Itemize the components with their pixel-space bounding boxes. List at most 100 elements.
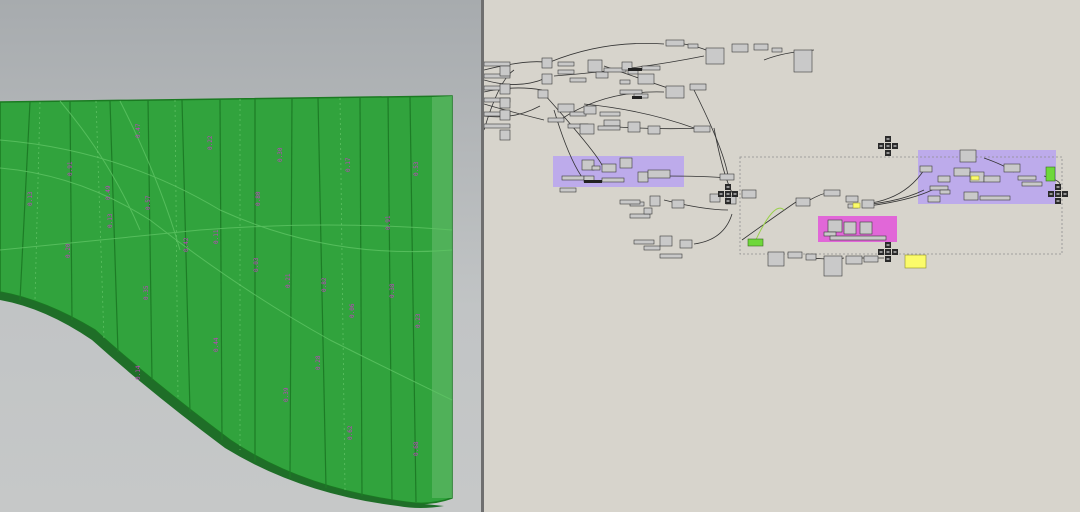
gh-component[interactable] — [665, 39, 685, 47]
gh-component[interactable] — [499, 65, 511, 77]
gh-component[interactable] — [979, 195, 1011, 201]
gh-component[interactable] — [637, 171, 649, 183]
gh-component[interactable] — [619, 199, 641, 205]
gh-component[interactable] — [499, 83, 511, 95]
grasshopper-canvas[interactable] — [484, 0, 1080, 512]
gh-component[interactable] — [843, 221, 857, 235]
text-dot-label: 0.49 — [105, 185, 112, 200]
gh-component[interactable] — [671, 199, 685, 209]
gh-component[interactable] — [619, 89, 643, 95]
gh-component[interactable] — [845, 195, 859, 203]
gh-component[interactable] — [619, 79, 631, 85]
gh-component[interactable] — [629, 213, 651, 219]
gh-component[interactable] — [557, 103, 575, 113]
gh-component[interactable] — [1021, 181, 1043, 187]
gh-component[interactable] — [637, 73, 655, 85]
gh-component[interactable] — [927, 195, 941, 203]
rhino-viewport[interactable]: 0.47 0.22 0.91 0.13 0.13 0.57 0.30 0.17 0.53 0.20… — [0, 0, 481, 512]
gh-component[interactable] — [829, 235, 887, 241]
panel-yellow-small[interactable] — [970, 175, 980, 181]
gh-component[interactable] — [557, 69, 575, 75]
gh-component[interactable] — [643, 245, 661, 251]
gh-component[interactable] — [595, 71, 609, 79]
gh-component[interactable] — [601, 163, 617, 173]
gh-component[interactable] — [641, 65, 661, 71]
gh-component[interactable] — [771, 47, 783, 53]
gh-component[interactable] — [953, 167, 971, 177]
gh-component[interactable] — [597, 125, 621, 131]
gh-component[interactable] — [541, 57, 553, 69]
gh-component[interactable] — [603, 119, 621, 127]
gh-component[interactable] — [959, 149, 977, 163]
gh-component[interactable] — [705, 47, 725, 65]
boolean-toggle[interactable] — [1045, 166, 1056, 182]
gh-component[interactable] — [929, 185, 949, 191]
param-chip — [632, 96, 642, 99]
gh-component[interactable] — [643, 207, 653, 215]
gh-component[interactable] — [619, 157, 633, 169]
gh-component[interactable] — [1017, 175, 1037, 181]
gh-component[interactable] — [679, 239, 693, 249]
gh-component[interactable] — [919, 165, 933, 173]
gh-component[interactable] — [823, 255, 843, 277]
text-dot-label: 0.44 — [213, 337, 220, 352]
gh-component[interactable] — [583, 105, 597, 115]
zoom-cluster-icon[interactable] — [878, 242, 898, 262]
gh-component[interactable] — [731, 43, 749, 53]
text-dot-label: 0.82 — [321, 277, 328, 292]
gh-component[interactable] — [499, 97, 511, 109]
gh-component[interactable] — [647, 125, 661, 135]
gh-component[interactable] — [805, 253, 817, 261]
panel-yellow[interactable] — [904, 254, 927, 269]
gh-component[interactable] — [559, 187, 577, 193]
gh-component[interactable] — [484, 61, 511, 67]
gh-component[interactable] — [569, 77, 587, 83]
gh-component[interactable] — [484, 123, 511, 129]
gh-component[interactable] — [823, 231, 837, 237]
gh-component[interactable] — [659, 253, 683, 259]
gh-component[interactable] — [845, 255, 863, 265]
panel-yellow-small[interactable] — [852, 202, 861, 209]
gh-component[interactable] — [659, 235, 673, 247]
gh-component[interactable] — [601, 177, 625, 183]
gh-component[interactable] — [499, 129, 511, 141]
gh-component[interactable] — [963, 191, 979, 201]
gh-component[interactable] — [939, 189, 951, 195]
gh-component[interactable] — [719, 173, 735, 181]
gh-component[interactable] — [649, 195, 661, 207]
gh-component[interactable] — [863, 255, 879, 263]
gh-component[interactable] — [983, 175, 1001, 183]
gh-component[interactable] — [1003, 163, 1021, 173]
gh-component[interactable] — [499, 109, 511, 121]
boolean-toggle[interactable] — [747, 238, 764, 247]
gh-component[interactable] — [569, 111, 587, 117]
gh-component[interactable] — [541, 73, 553, 85]
gh-component[interactable] — [793, 49, 813, 73]
gh-component[interactable] — [823, 189, 841, 197]
gh-component[interactable] — [693, 125, 711, 133]
gh-component[interactable] — [557, 61, 575, 67]
gh-component[interactable] — [633, 239, 655, 245]
gh-component[interactable] — [599, 111, 621, 117]
gh-component[interactable] — [741, 189, 757, 199]
gh-component[interactable] — [587, 59, 603, 73]
gh-component[interactable] — [591, 165, 601, 171]
gh-component[interactable] — [647, 169, 671, 179]
gh-component[interactable] — [665, 85, 685, 99]
zoom-cluster-icon[interactable] — [878, 136, 898, 156]
gh-component[interactable] — [787, 251, 803, 259]
gh-component[interactable] — [795, 197, 811, 207]
gh-component[interactable] — [937, 175, 951, 183]
gh-component[interactable] — [753, 43, 769, 51]
gh-component[interactable] — [561, 175, 585, 181]
gh-component[interactable] — [827, 219, 843, 233]
gh-component[interactable] — [627, 121, 641, 133]
gh-component[interactable] — [579, 123, 595, 135]
gh-component[interactable] — [547, 117, 565, 123]
gh-component[interactable] — [537, 89, 549, 99]
gh-component[interactable] — [767, 251, 785, 267]
gh-component[interactable] — [861, 199, 875, 209]
gh-component[interactable] — [859, 221, 873, 235]
gh-component[interactable] — [687, 43, 699, 49]
gh-component[interactable] — [689, 83, 707, 91]
